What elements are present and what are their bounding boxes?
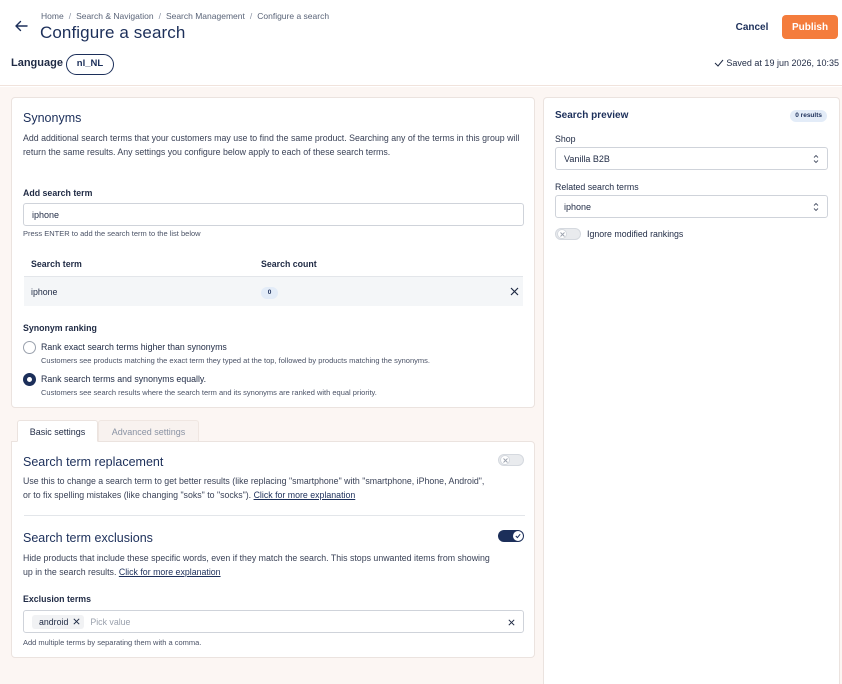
- ranking-equal-radio[interactable]: [23, 373, 36, 386]
- shop-value: Vanilla B2B: [564, 153, 610, 164]
- tab-basic-settings[interactable]: Basic settings: [17, 420, 98, 442]
- exclusions-toggle[interactable]: [498, 530, 524, 542]
- toggle-x-icon: [503, 458, 508, 463]
- replacement-title: Search term replacement: [23, 455, 164, 469]
- breadcrumb: Home / Search & Navigation / Search Manageme…: [41, 11, 330, 21]
- breadcrumb-current: Configure a search: [257, 11, 330, 21]
- preview-title: Search preview: [555, 110, 629, 121]
- saved-text: Saved at 19 jun 2026, 10:35: [726, 58, 839, 68]
- exclusions-explanation-link[interactable]: Click for more explanation: [119, 567, 221, 577]
- chevron-up-down-icon: [813, 202, 819, 212]
- related-terms-select[interactable]: iphone: [555, 195, 828, 218]
- breadcrumb-search-navigation[interactable]: Search & Navigation: [76, 11, 154, 21]
- table-row: iphone 0: [24, 277, 523, 306]
- ranking-exact-higher-hint: Customers see products matching the exac…: [41, 356, 430, 365]
- page-title: Configure a search: [40, 23, 186, 42]
- toggle-x-icon: [560, 232, 565, 237]
- section-divider: [24, 515, 525, 516]
- results-badge: 0 results: [790, 110, 827, 122]
- publish-button[interactable]: Publish: [782, 15, 838, 39]
- ignore-rankings-label: Ignore modified rankings: [587, 229, 684, 239]
- exclusions-description: Hide products that include these specifi…: [23, 553, 490, 577]
- add-search-term-value: iphone: [32, 209, 60, 220]
- column-search-count: Search count: [261, 259, 317, 269]
- breadcrumb-home[interactable]: Home: [41, 11, 64, 21]
- exclusion-terms-hint: Add multiple terms by separating them wi…: [23, 638, 202, 647]
- search-preview-card: Search preview 0 results Shop Vanilla B2…: [543, 97, 840, 684]
- exclusion-chip: android: [32, 614, 85, 629]
- language-selector[interactable]: nl_NL: [66, 54, 114, 75]
- related-terms-label: Related search terms: [555, 182, 639, 192]
- ignore-rankings-toggle[interactable]: [555, 228, 581, 240]
- ranking-equal-label: Rank search terms and synonyms equally.: [41, 374, 207, 384]
- replacement-toggle[interactable]: [498, 454, 524, 466]
- shop-select[interactable]: Vanilla B2B: [555, 147, 828, 170]
- replacement-description-block: Use this to change a search term to get …: [23, 474, 493, 502]
- shop-label: Shop: [555, 134, 576, 144]
- exclusion-placeholder: Pick value: [90, 616, 131, 627]
- related-terms-value: iphone: [564, 201, 592, 212]
- content-area: Synonyms Add additional search terms tha…: [0, 87, 842, 684]
- language-label: Language: [11, 57, 63, 69]
- toggle-check-icon: [515, 533, 521, 539]
- add-search-term-input[interactable]: iphone: [23, 203, 524, 226]
- chevron-up-down-icon: [813, 154, 819, 164]
- tab-advanced-settings[interactable]: Advanced settings: [98, 420, 199, 442]
- ranking-equal-hint: Customers see search results where the s…: [41, 388, 377, 397]
- saved-status: Saved at 19 jun 2026, 10:35: [714, 58, 839, 68]
- remove-term-icon[interactable]: [510, 287, 519, 296]
- exclusion-terms-label: Exclusion terms: [23, 594, 91, 604]
- ranking-exact-higher-radio[interactable]: [23, 341, 36, 354]
- back-arrow-icon[interactable]: [13, 18, 29, 34]
- exclusion-terms-input[interactable]: android Pick value: [23, 610, 524, 633]
- synonyms-card: Synonyms Add additional search terms tha…: [11, 97, 535, 408]
- row-search-count-badge: 0: [261, 287, 278, 299]
- synonyms-description: Add additional search terms that your cu…: [23, 133, 520, 157]
- clear-input-icon[interactable]: [508, 619, 515, 626]
- exclusions-title: Search term exclusions: [23, 531, 153, 545]
- synonym-ranking-label: Synonym ranking: [23, 323, 97, 333]
- column-search-term: Search term: [31, 259, 82, 269]
- cancel-button[interactable]: Cancel: [728, 16, 776, 38]
- replacement-explanation-link[interactable]: Click for more explanation: [254, 490, 356, 500]
- ranking-exact-higher-label: Rank exact search terms higher than syno…: [41, 342, 227, 352]
- add-search-term-hint: Press ENTER to add the search term to th…: [23, 229, 201, 238]
- add-search-term-label: Add search term: [23, 188, 93, 198]
- exclusion-chip-label: android: [39, 616, 69, 627]
- synonyms-title: Synonyms: [23, 111, 82, 125]
- basic-settings-card: Search term replacement Use this to chan…: [11, 441, 535, 658]
- remove-chip-icon[interactable]: [73, 618, 80, 625]
- breadcrumb-search-management[interactable]: Search Management: [166, 11, 245, 21]
- row-search-term: iphone: [31, 287, 58, 297]
- exclusions-description-block: Hide products that include these specifi…: [23, 551, 493, 579]
- page-header: Home / Search & Navigation / Search Manageme…: [0, 0, 842, 86]
- checkmark-icon: [715, 59, 724, 67]
- search-terms-table-header: Search term Search count: [24, 255, 523, 277]
